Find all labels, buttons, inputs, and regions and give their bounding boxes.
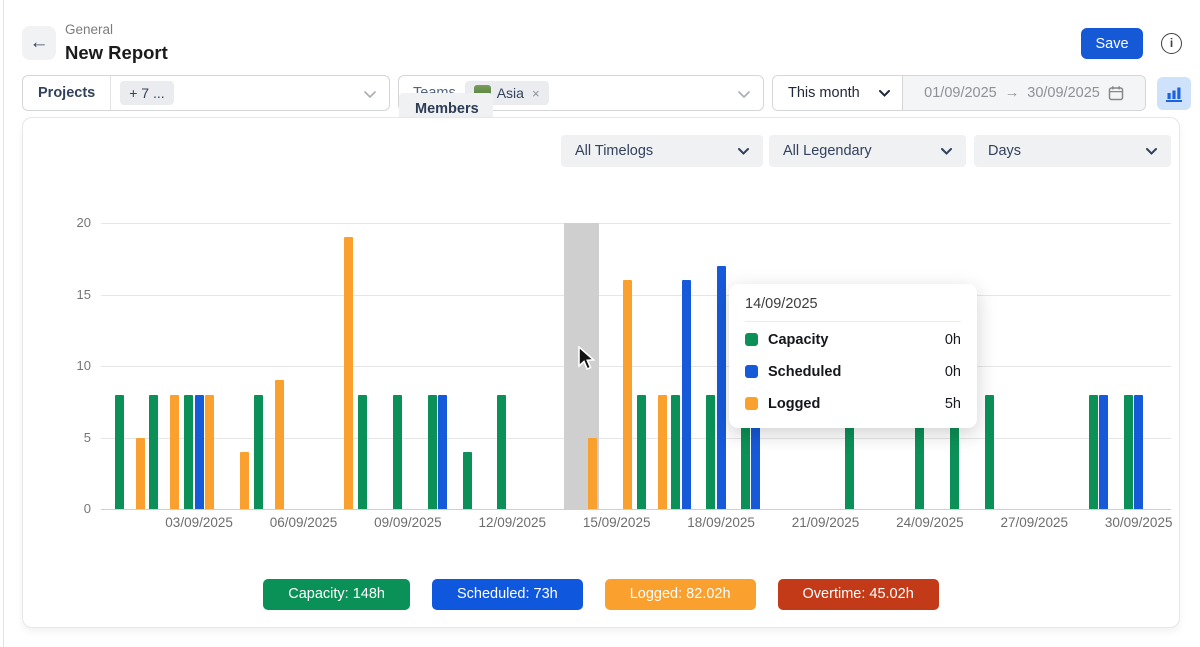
x-axis-label: 03/09/2025: [151, 515, 247, 530]
tooltip-series-label: Scheduled: [768, 364, 945, 380]
chevron-down-icon: [364, 91, 376, 98]
page-title: New Report: [65, 42, 168, 64]
header: ← General New Report Save i: [0, 0, 1200, 70]
bar-logged[interactable]: [275, 380, 284, 509]
bar-logged[interactable]: [588, 438, 597, 510]
report-chart-card: All Timelogs All Legendary Days 14/09/20…: [22, 117, 1180, 628]
mouse-cursor: [575, 346, 597, 372]
bar-capacity[interactable]: [637, 395, 646, 509]
gridline: [101, 295, 1171, 296]
legend-badge-scheduled[interactable]: Scheduled: 73h: [432, 579, 583, 610]
legend-badge-capacity[interactable]: Capacity: 148h: [263, 579, 410, 610]
bar-chart-icon: [1164, 85, 1184, 103]
bar-capacity[interactable]: [115, 395, 124, 509]
y-axis-label: 5: [59, 430, 91, 445]
bar-capacity[interactable]: [463, 452, 472, 509]
bar-capacity[interactable]: [149, 395, 158, 509]
y-axis-label: 0: [59, 501, 91, 516]
chart-view-button[interactable]: [1157, 77, 1191, 110]
series-swatch-icon: [745, 397, 758, 410]
x-axis-label: 06/09/2025: [256, 515, 352, 530]
tooltip-series-label: Capacity: [768, 332, 945, 348]
left-edge-divider: [3, 0, 4, 647]
bar-capacity[interactable]: [393, 395, 402, 509]
bar-logged[interactable]: [240, 452, 249, 509]
bar-logged[interactable]: [623, 280, 632, 509]
tooltip-row: Capacity0h: [745, 325, 961, 354]
x-axis-label: 18/09/2025: [673, 515, 769, 530]
save-button[interactable]: Save: [1081, 28, 1143, 59]
chevron-down-icon: [738, 91, 750, 98]
period-preset-dropdown[interactable]: This month: [773, 76, 903, 110]
period-filter: This month 01/09/2025 → 30/09/2025: [772, 75, 1146, 111]
x-axis-label: 24/09/2025: [882, 515, 978, 530]
calendar-icon: [1108, 85, 1124, 101]
back-arrow-icon: ←: [30, 32, 49, 53]
tooltip-series-label: Logged: [768, 396, 945, 412]
tooltip-series-value: 0h: [945, 364, 961, 380]
y-axis-label: 15: [59, 287, 91, 302]
x-axis-label: 12/09/2025: [464, 515, 560, 530]
series-swatch-icon: [745, 333, 758, 346]
end-date: 30/09/2025: [1027, 85, 1100, 101]
bar-capacity[interactable]: [428, 395, 437, 509]
bar-logged[interactable]: [205, 395, 214, 509]
bar-capacity[interactable]: [985, 395, 994, 509]
start-date: 01/09/2025: [924, 85, 997, 101]
member-chip-label: Asia: [497, 85, 524, 101]
chevron-down-icon: [879, 90, 890, 97]
x-axis-label: 21/09/2025: [778, 515, 874, 530]
bar-logged[interactable]: [658, 395, 667, 509]
breadcrumb: General: [65, 22, 113, 37]
bar-capacity[interactable]: [1124, 395, 1133, 509]
bar-capacity[interactable]: [1089, 395, 1098, 509]
bar-scheduled[interactable]: [1134, 395, 1143, 509]
bar-capacity[interactable]: [671, 395, 680, 509]
bar-chart: 14/09/2025 Capacity0hScheduled0hLogged5h…: [23, 118, 1179, 627]
projects-more-chip[interactable]: + 7 ...: [120, 81, 173, 105]
bar-scheduled[interactable]: [717, 266, 726, 509]
tooltip-row: Logged5h: [745, 389, 961, 418]
gridline: [101, 223, 1171, 224]
projects-filter-dropdown[interactable]: Projects + 7 ...: [22, 75, 390, 111]
chart-legend: Capacity: 148h Scheduled: 73h Logged: 82.0…: [23, 579, 1179, 610]
projects-filter-label: Projects: [23, 85, 110, 101]
range-arrow: →: [1005, 85, 1020, 101]
tooltip-date: 14/09/2025: [745, 296, 961, 322]
bar-capacity[interactable]: [254, 395, 263, 509]
bar-logged[interactable]: [170, 395, 179, 509]
date-range-picker[interactable]: 01/09/2025 → 30/09/2025: [903, 76, 1145, 110]
x-axis-label: 27/09/2025: [986, 515, 1082, 530]
bar-scheduled[interactable]: [195, 395, 204, 509]
filter-divider: [110, 76, 111, 110]
bar-capacity[interactable]: [184, 395, 193, 509]
bar-capacity[interactable]: [358, 395, 367, 509]
gridline: [101, 509, 1171, 510]
bar-capacity[interactable]: [706, 395, 715, 509]
x-axis-label: 15/09/2025: [569, 515, 665, 530]
tooltip-series-value: 0h: [945, 332, 961, 348]
y-axis-label: 20: [59, 215, 91, 230]
bar-logged[interactable]: [136, 438, 145, 510]
x-axis-label: 30/09/2025: [1091, 515, 1187, 530]
legend-badge-logged[interactable]: Logged: 82.02h: [605, 579, 756, 610]
remove-chip-icon[interactable]: ×: [532, 86, 540, 101]
bar-scheduled[interactable]: [682, 280, 691, 509]
chart-tooltip: 14/09/2025 Capacity0hScheduled0hLogged5h: [729, 284, 977, 428]
period-preset-label: This month: [788, 85, 860, 101]
series-swatch-icon: [745, 365, 758, 378]
info-icon[interactable]: i: [1161, 33, 1182, 54]
bar-scheduled[interactable]: [1099, 395, 1108, 509]
legend-badge-overtime[interactable]: Overtime: 45.02h: [778, 579, 939, 610]
teams-members-filter[interactable]: Teams Members Asia ×: [398, 75, 764, 111]
gridline: [101, 366, 1171, 367]
tooltip-row: Scheduled0h: [745, 357, 961, 386]
bar-logged[interactable]: [344, 237, 353, 509]
y-axis-label: 10: [59, 358, 91, 373]
back-button[interactable]: ←: [22, 26, 56, 60]
x-axis-label: 09/09/2025: [360, 515, 456, 530]
bar-scheduled[interactable]: [438, 395, 447, 509]
tooltip-series-value: 5h: [945, 396, 961, 412]
bar-capacity[interactable]: [497, 395, 506, 509]
